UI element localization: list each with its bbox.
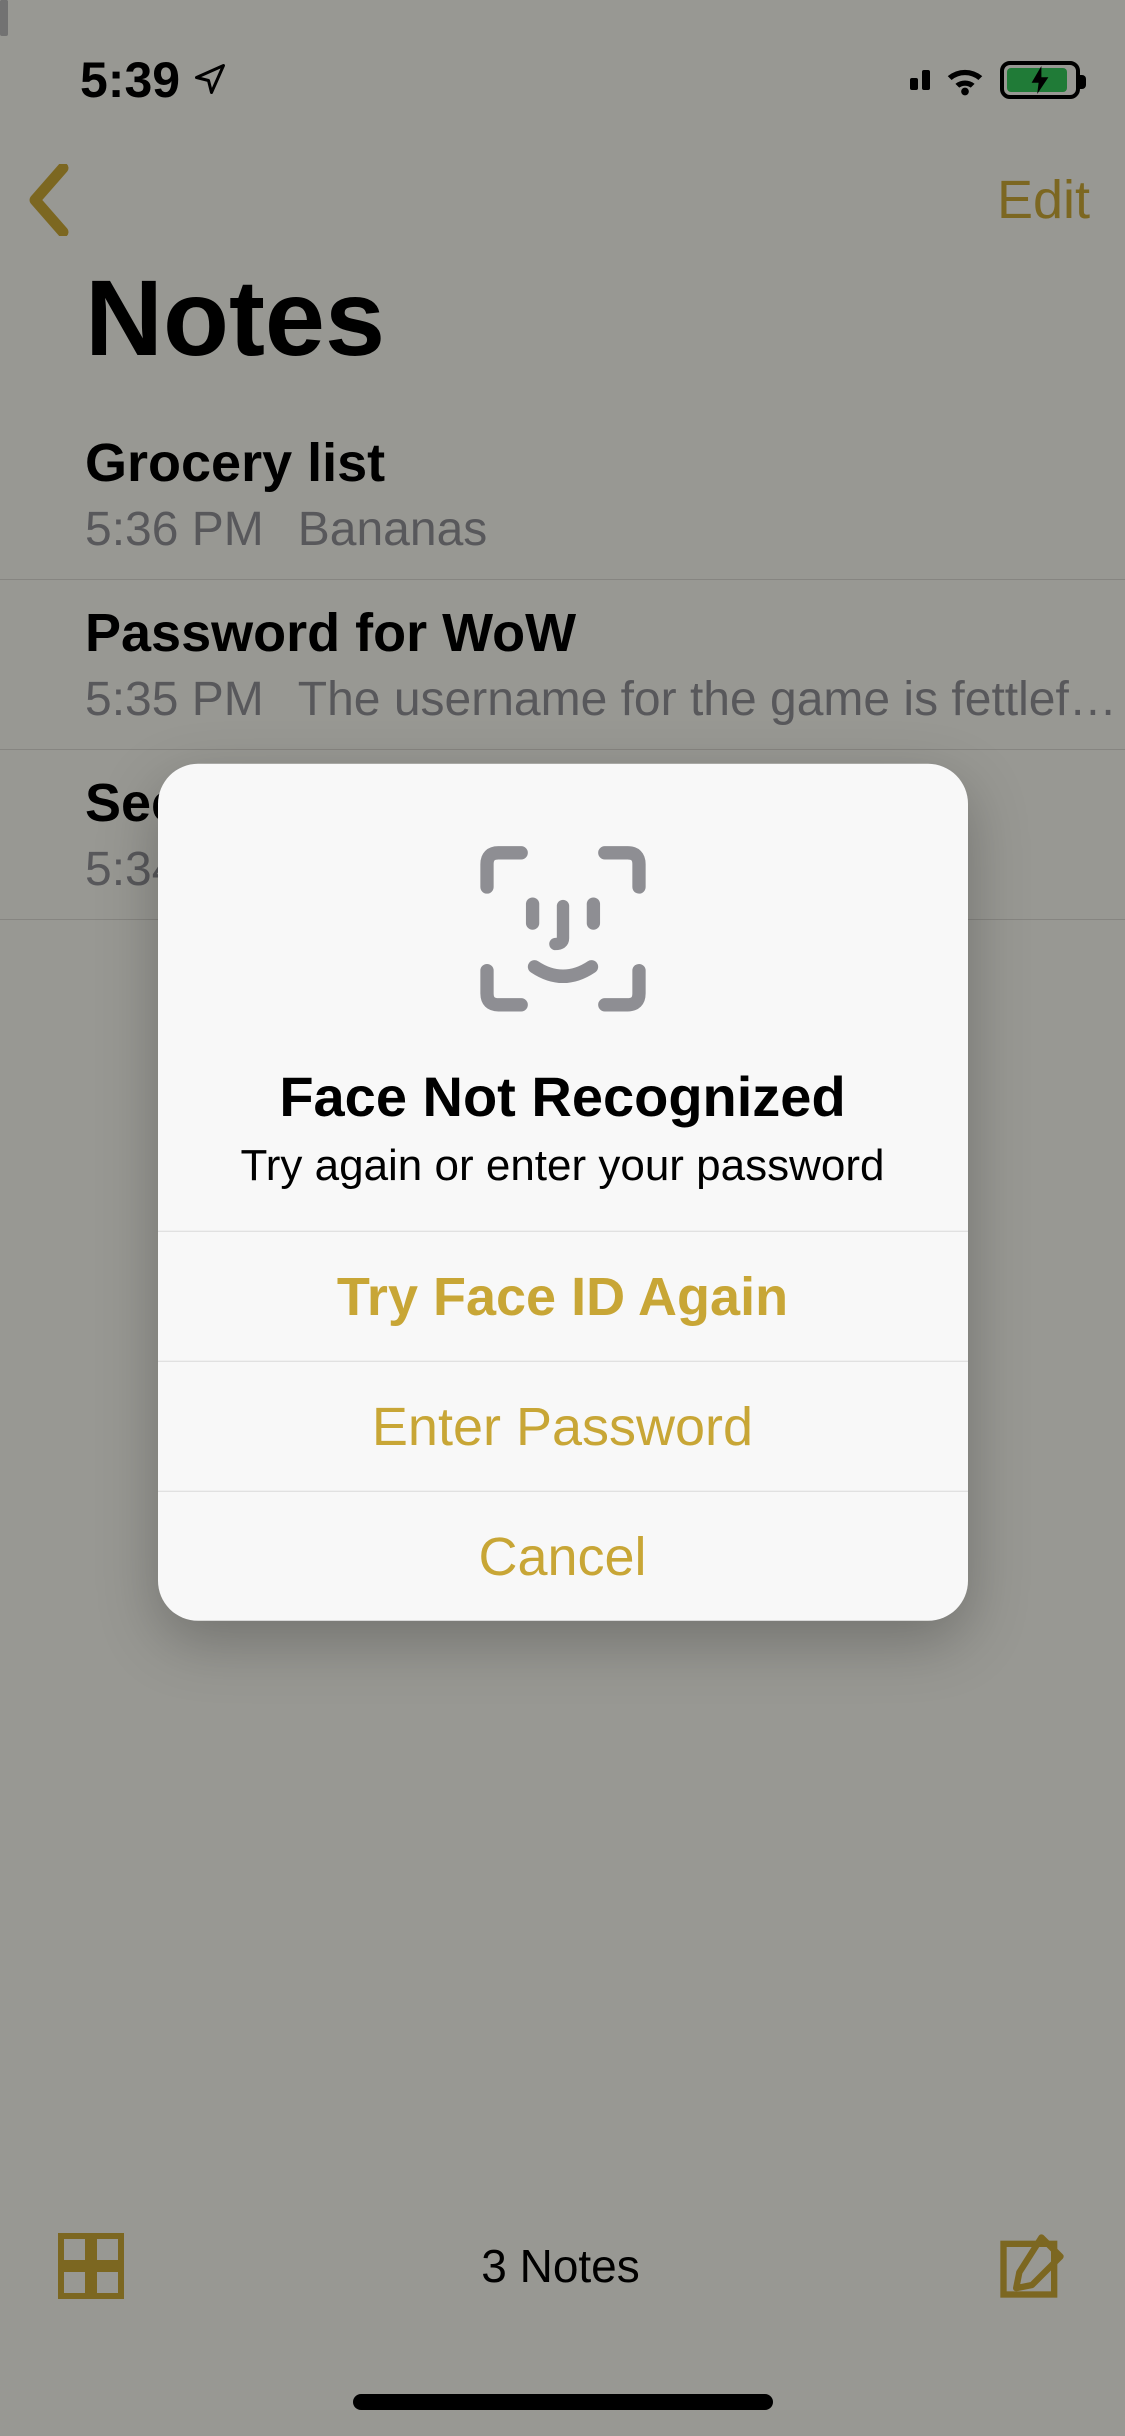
faceid-alert: Face Not Recognized Try again or enter y…: [158, 764, 968, 1621]
faceid-icon: [198, 834, 928, 1024]
alert-message: Try again or enter your password: [198, 1141, 928, 1191]
alert-actions: Try Face ID Again Enter Password Cancel: [158, 1231, 968, 1621]
alert-body: Face Not Recognized Try again or enter y…: [158, 764, 968, 1231]
screen: 5:39 Edit Notes: [0, 0, 1125, 2436]
try-faceid-again-button[interactable]: Try Face ID Again: [158, 1231, 968, 1361]
cancel-button[interactable]: Cancel: [158, 1491, 968, 1621]
enter-password-button[interactable]: Enter Password: [158, 1361, 968, 1491]
alert-title: Face Not Recognized: [198, 1064, 928, 1129]
